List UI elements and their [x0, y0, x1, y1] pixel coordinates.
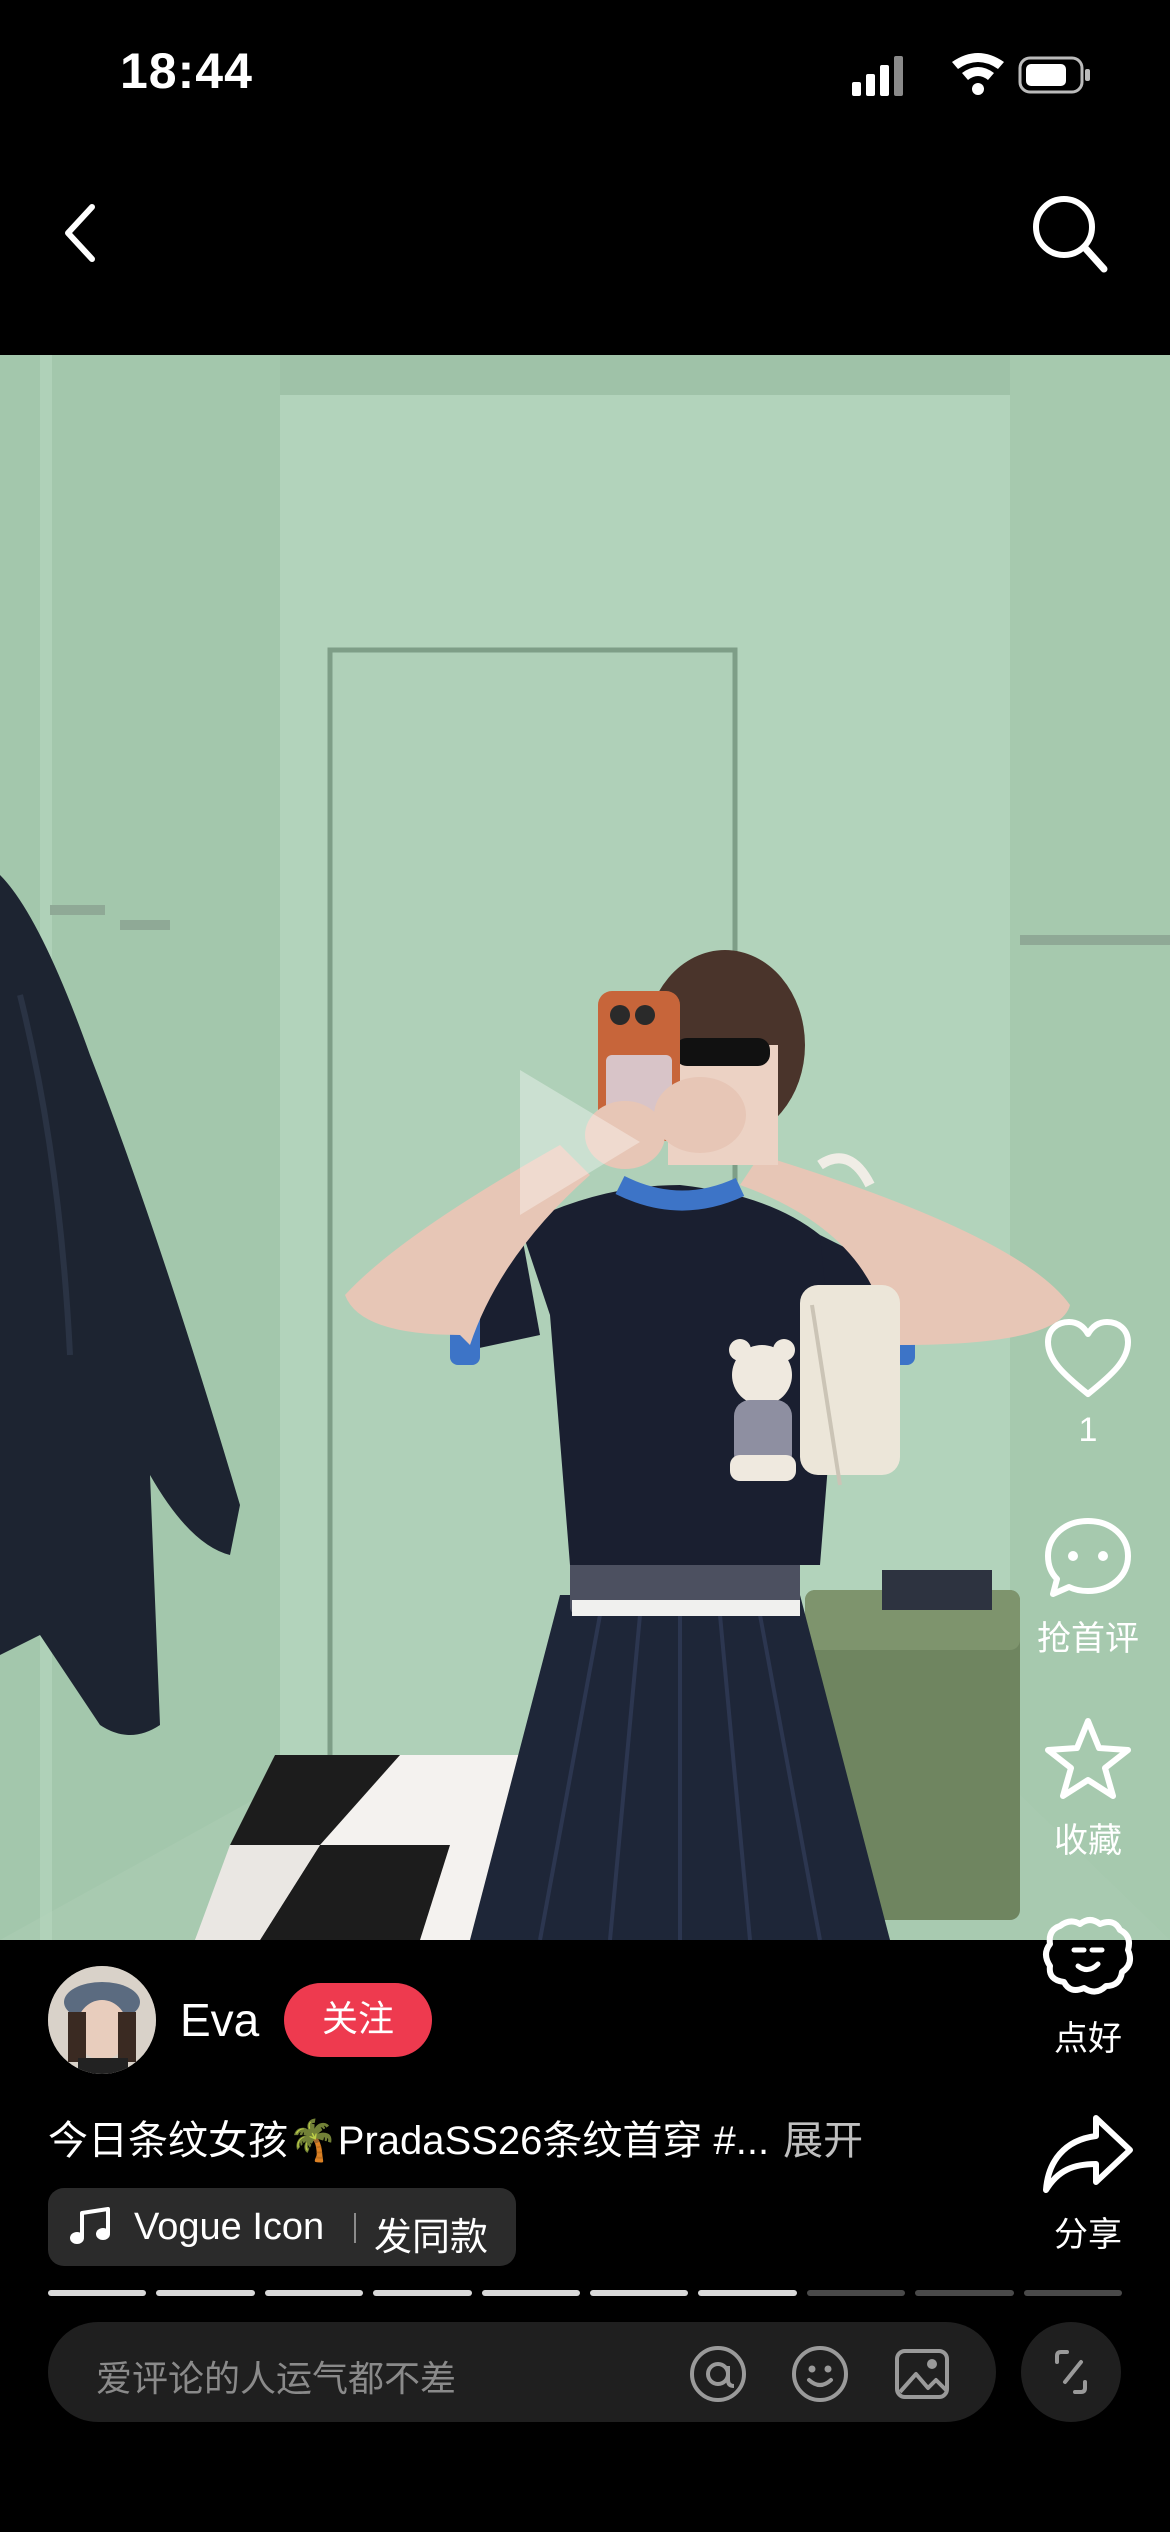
collect-label: 收藏 [1054, 1822, 1122, 1860]
comment-placeholder: 爱评论的人运气都不差 [96, 2358, 457, 2399]
comment-label: 抢首评 [1037, 1620, 1139, 1658]
follow-button[interactable]: 关注 [284, 1983, 432, 2057]
like-count: 1 [1078, 1411, 1098, 1449]
progress-segment [1023, 2290, 1123, 2296]
progress-segment [590, 2290, 689, 2296]
progress-segment [915, 2290, 1014, 2296]
image-progress [48, 2290, 1123, 2296]
wifi-icon [952, 53, 1004, 95]
progress-segment [373, 2290, 472, 2296]
nice-action[interactable]: 点好 [1008, 1914, 1168, 2060]
author-name[interactable]: Eva [180, 1993, 259, 2047]
music-chip[interactable]: Vogue Icon 发同款 [48, 2188, 516, 2266]
caption-text: 今日条纹女孩🌴PradaSS26条纹首穿 #... [48, 2119, 770, 2163]
status-time: 18:44 [120, 43, 253, 99]
fullscreen-button[interactable] [1021, 2322, 1121, 2422]
back-button[interactable] [50, 185, 150, 285]
search-icon [1033, 196, 1108, 273]
signal-icon [852, 56, 903, 96]
expand-link[interactable]: 展开 [783, 2119, 863, 2163]
comment-bubble-icon [1045, 1518, 1131, 1597]
comment-input[interactable]: 爱评论的人运气都不差 [48, 2322, 996, 2422]
collect-action[interactable]: 收藏 [1008, 1716, 1168, 1862]
status-indicators [852, 50, 1092, 100]
heart-icon [1045, 1319, 1131, 1397]
music-note-icon [70, 2207, 110, 2244]
progress-segment [48, 2290, 147, 2296]
progress-segment [806, 2290, 906, 2296]
use-sound-button[interactable]: 发同款 [374, 2206, 488, 2261]
image-icon[interactable] [892, 2344, 952, 2404]
post-caption[interactable]: 今日条纹女孩🌴PradaSS26条纹首穿 #... 展开 [48, 2108, 863, 2166]
share-arrow-icon [1043, 2115, 1133, 2193]
progress-segment [481, 2290, 581, 2296]
progress-segment [264, 2290, 364, 2296]
chevron-left-icon [65, 204, 95, 262]
divider [354, 2213, 356, 2243]
post-photo[interactable] [0, 355, 1170, 1940]
nice-label: 点好 [1054, 2020, 1122, 2058]
expand-icon [1055, 2350, 1087, 2394]
music-title: Vogue Icon [134, 2206, 325, 2248]
thumbs-badge-icon [1043, 1917, 1133, 1995]
battery-icon [1018, 56, 1090, 94]
emoji-icon[interactable] [790, 2344, 850, 2404]
like-action[interactable]: 1 [1008, 1318, 1168, 1450]
star-icon [1045, 1718, 1131, 1799]
progress-segment [156, 2290, 255, 2296]
share-label: 分享 [1054, 2216, 1122, 2254]
search-button[interactable] [1014, 185, 1124, 295]
progress-segment [698, 2290, 797, 2296]
comment-action[interactable]: 抢首评 [1008, 1516, 1168, 1660]
mention-icon[interactable] [688, 2344, 748, 2404]
author-avatar[interactable] [48, 1966, 156, 2074]
share-action[interactable]: 分享 [1008, 2112, 1168, 2256]
fitting-room-photo [0, 355, 1170, 1940]
